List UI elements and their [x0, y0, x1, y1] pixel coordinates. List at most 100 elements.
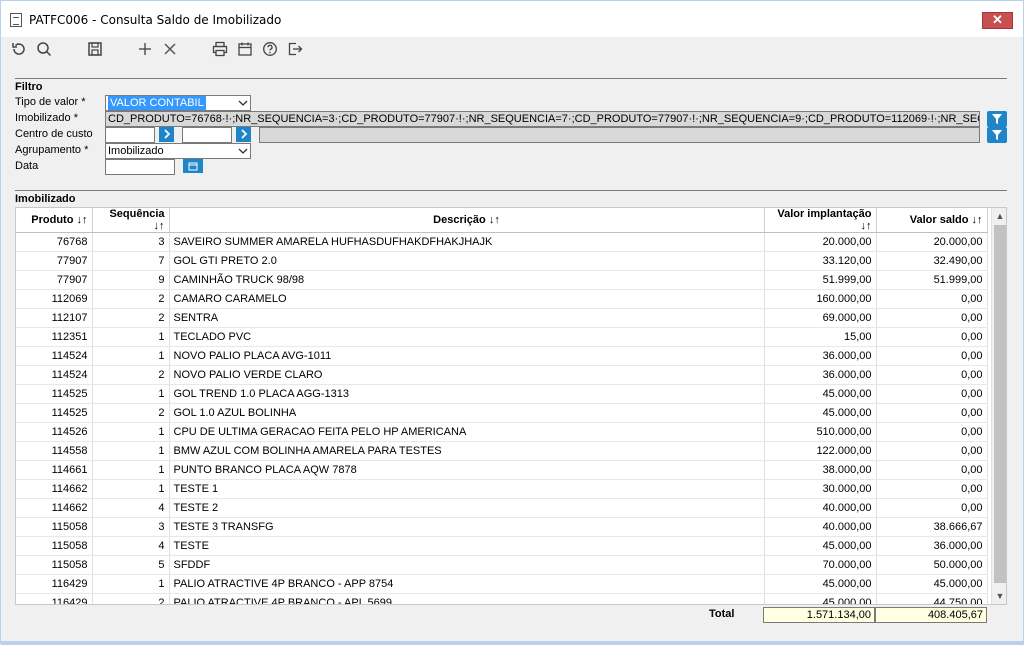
table-row[interactable]: 114524 1 NOVO PALIO PLACA AVG-1011 36.000,0… — [16, 346, 988, 366]
scroll-up-arrow-icon[interactable]: ▲ — [992, 208, 1006, 224]
chevron-right-icon — [163, 129, 170, 139]
table-row[interactable]: 114662 4 TESTE 2 40.000,00 0,00 — [16, 498, 988, 518]
app-window: PATFC006 - Consulta Saldo de Imobilizado… — [0, 0, 1024, 645]
table-row[interactable]: 77907 7 GOL GTI PRETO 2.0 33.120,00 32.490,0… — [16, 251, 988, 271]
cell-valor-saldo: 0,00 — [876, 365, 988, 385]
cell-produto: 116429 — [16, 574, 93, 594]
cell-sequencia: 3 — [92, 517, 170, 537]
scroll-down-arrow-icon[interactable]: ▼ — [992, 588, 1006, 604]
save-icon[interactable] — [85, 39, 105, 59]
table-row[interactable]: 114662 1 TESTE 1 30.000,00 0,00 — [16, 479, 988, 499]
table-row[interactable]: 114524 2 NOVO PALIO VERDE CLARO 36.000,00 0,… — [16, 365, 988, 385]
imobilizado-filter-button[interactable] — [987, 111, 1007, 127]
cell-produto: 112351 — [16, 327, 93, 347]
cell-descricao: CAMINHÃO TRUCK 98/98 — [169, 270, 765, 290]
cell-valor-implantacao: 33.120,00 — [764, 251, 877, 271]
column-header-valor-implantacao[interactable]: Valor implantação ↓↑ — [764, 208, 877, 233]
table-row[interactable]: 112107 2 SENTRA 69.000,00 0,00 — [16, 308, 988, 328]
tipo-valor-select[interactable]: VALOR CONTABIL — [105, 95, 251, 111]
cell-sequencia: 1 — [92, 441, 170, 461]
toolbar — [1, 37, 1023, 63]
cell-valor-implantacao: 45.000,00 — [764, 384, 877, 404]
cell-descricao: GOL GTI PRETO 2.0 — [169, 251, 765, 271]
delete-icon[interactable] — [160, 39, 180, 59]
cell-sequencia: 1 — [92, 479, 170, 499]
table-row[interactable]: 114525 2 GOL 1.0 AZUL BOLINHA 45.000,00 0,00 — [16, 403, 988, 423]
cell-sequencia: 1 — [92, 346, 170, 366]
scrollbar-thumb[interactable] — [994, 225, 1006, 583]
table-row[interactable]: 116429 1 PALIO ATRACTIVE 4P BRANCO - APP 8… — [16, 574, 988, 594]
imobilizado-field[interactable]: CD_PRODUTO=76768·!·;NR_SEQUENCIA=3·;CD_P… — [105, 111, 980, 127]
cell-valor-implantacao: 30.000,00 — [764, 479, 877, 499]
table-row[interactable]: 77907 9 CAMINHÃO TRUCK 98/98 51.999,00 51.99… — [16, 270, 988, 290]
cell-valor-saldo: 20.000,00 — [876, 232, 988, 252]
date-picker-button[interactable] — [183, 159, 203, 173]
cell-produto: 115058 — [16, 536, 93, 556]
table-row[interactable]: 112351 1 TECLADO PVC 15,00 0,00 — [16, 327, 988, 347]
cell-produto: 114525 — [16, 384, 93, 404]
agrupamento-select[interactable]: Imobilizado — [105, 143, 251, 159]
cell-sequencia: 1 — [92, 574, 170, 594]
column-header-sequencia[interactable]: Sequência ↓↑ — [92, 208, 170, 233]
vertical-scrollbar[interactable]: ▲ ▼ — [991, 208, 1006, 604]
column-header-descricao[interactable]: Descrição ↓↑ — [169, 208, 765, 233]
cell-descricao: SENTRA — [169, 308, 765, 328]
table-row[interactable]: 114661 1 PUNTO BRANCO PLACA AQW 7878 38.000… — [16, 460, 988, 480]
print-icon[interactable] — [210, 39, 230, 59]
cell-descricao: TESTE 1 — [169, 479, 765, 499]
cell-valor-saldo: 0,00 — [876, 460, 988, 480]
cell-sequencia: 1 — [92, 327, 170, 347]
refresh-icon[interactable] — [9, 39, 29, 59]
cell-sequencia: 1 — [92, 384, 170, 404]
cell-descricao: NOVO PALIO VERDE CLARO — [169, 365, 765, 385]
cell-descricao: PALIO ATRACTIVE 4P BRANCO - APP 8754 — [169, 574, 765, 594]
cell-valor-implantacao: 510.000,00 — [764, 422, 877, 442]
table-row[interactable]: 115058 4 TESTE 45.000,00 36.000,00 — [16, 536, 988, 556]
cell-valor-implantacao: 45.000,00 — [764, 403, 877, 423]
centro-custo-to-lookup-button[interactable] — [236, 127, 251, 142]
cell-valor-saldo: 0,00 — [876, 422, 988, 442]
search-icon[interactable] — [34, 39, 54, 59]
table-row[interactable]: 112069 2 CAMARO CARAMELO 160.000,00 0,00 — [16, 289, 988, 309]
centro-custo-filter-button[interactable] — [987, 127, 1007, 143]
table-row[interactable]: 115058 3 TESTE 3 TRANSFG 40.000,00 38.666,67 — [16, 517, 988, 537]
column-header-valor-saldo[interactable]: Valor saldo ↓↑ — [876, 208, 988, 233]
cell-produto: 112107 — [16, 308, 93, 328]
calendar-icon[interactable] — [235, 39, 255, 59]
cell-produto: 114662 — [16, 498, 93, 518]
cell-valor-saldo: 50.000,00 — [876, 555, 988, 575]
column-header-produto[interactable]: Produto ↓↑ — [16, 208, 93, 233]
table-row[interactable]: 114525 1 GOL TREND 1.0 PLACA AGG-1313 45.00… — [16, 384, 988, 404]
table-row[interactable]: 114558 1 BMW AZUL COM BOLINHA AMARELA PARA… — [16, 441, 988, 461]
table-row[interactable]: 114526 1 CPU DE ULTIMA GERACAO FEITA PELO … — [16, 422, 988, 442]
cell-valor-implantacao: 51.999,00 — [764, 270, 877, 290]
centro-custo-from-lookup-button[interactable] — [159, 127, 174, 142]
cell-valor-saldo: 0,00 — [876, 441, 988, 461]
cell-sequencia: 4 — [92, 498, 170, 518]
total-valor-implantacao: 1.571.134,00 — [763, 607, 875, 623]
cell-descricao: TECLADO PVC — [169, 327, 765, 347]
close-button[interactable]: ✕ — [982, 12, 1013, 29]
add-icon[interactable] — [135, 39, 155, 59]
cell-produto: 114524 — [16, 346, 93, 366]
table-row[interactable]: 116429 2 PALIO ATRACTIVE 4P BRANCO - APL 5… — [16, 593, 988, 604]
table-header-row: Produto ↓↑ Sequência ↓↑ Descrição ↓↑ Val… — [16, 208, 988, 233]
cell-sequencia: 7 — [92, 251, 170, 271]
centro-custo-label: Centro de custo — [15, 128, 93, 140]
cell-produto: 77907 — [16, 270, 93, 290]
table-row[interactable]: 115058 5 SFDDF 70.000,00 50.000,00 — [16, 555, 988, 575]
cell-produto: 114661 — [16, 460, 93, 480]
cell-valor-saldo: 38.666,67 — [876, 517, 988, 537]
filter-icon — [992, 114, 1002, 124]
table-row[interactable]: 76768 3 SAVEIRO SUMMER AMARELA HUFHASDUFHA… — [16, 232, 988, 252]
cell-valor-implantacao: 36.000,00 — [764, 346, 877, 366]
cell-sequencia: 2 — [92, 308, 170, 328]
centro-custo-from-input[interactable] — [105, 127, 155, 143]
centro-custo-to-input[interactable] — [182, 127, 232, 143]
help-icon[interactable] — [260, 39, 280, 59]
cell-valor-saldo: 0,00 — [876, 308, 988, 328]
grid-section-title: Imobilizado — [15, 193, 76, 205]
data-input[interactable] — [105, 159, 175, 175]
cell-valor-saldo: 0,00 — [876, 346, 988, 366]
exit-icon[interactable] — [285, 39, 305, 59]
